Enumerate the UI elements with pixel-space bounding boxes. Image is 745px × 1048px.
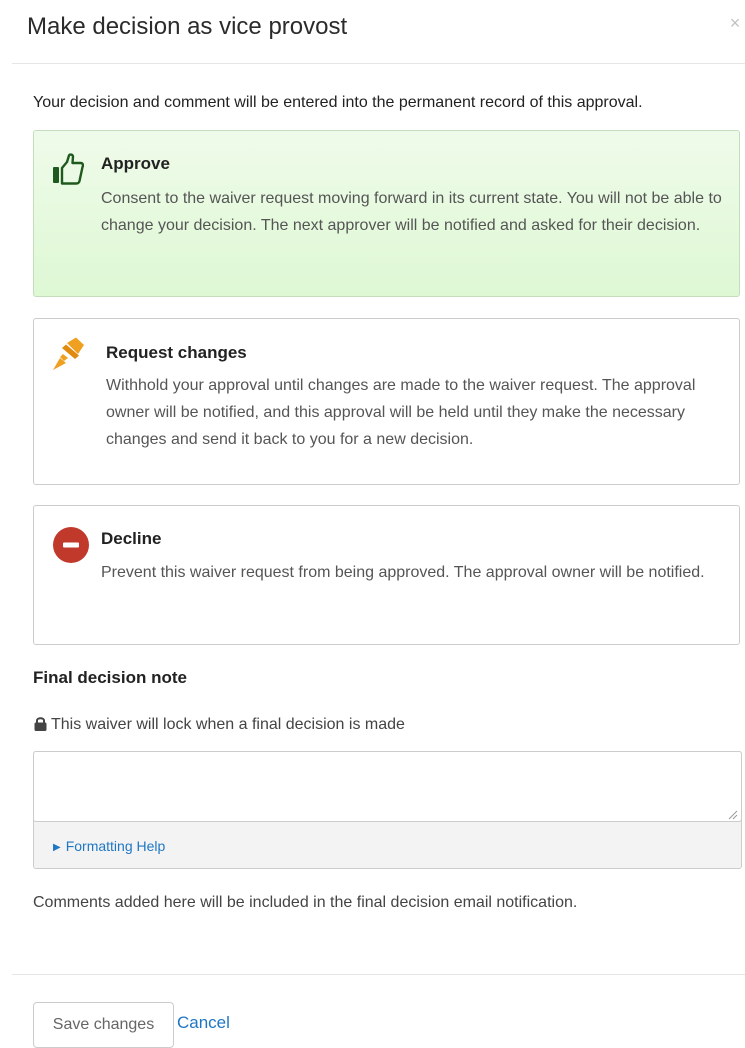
decision-modal: Make decision as vice provost × Your dec… <box>0 0 745 1048</box>
minus-circle-icon <box>53 527 89 568</box>
lock-notice: This waiver will lock when a final decis… <box>33 714 405 736</box>
option-approve[interactable]: Approve Consent to the waiver request mo… <box>33 130 740 297</box>
lock-notice-text: This waiver will lock when a final decis… <box>51 716 405 733</box>
thumbs-up-icon <box>52 153 85 190</box>
close-button[interactable]: × <box>725 12 745 34</box>
modal-title: Make decision as vice provost <box>27 13 348 40</box>
formatting-help-label: Formatting Help <box>65 838 166 854</box>
header-divider <box>12 63 745 64</box>
save-changes-button[interactable]: Save changes <box>33 1002 174 1048</box>
option-decline-description: Prevent this waiver request from being a… <box>101 564 705 581</box>
option-request-changes-title: Request changes <box>106 343 247 362</box>
formatting-help-toggle[interactable]: ▶ Formatting Help <box>53 837 165 857</box>
highlighter-icon <box>52 337 86 382</box>
option-decline-title: Decline <box>101 529 162 548</box>
final-note-textarea[interactable] <box>33 751 742 822</box>
option-approve-title: Approve <box>101 154 170 173</box>
helper-text: Comments added here will be included in … <box>33 894 578 911</box>
final-decision-note-label: Final decision note <box>33 668 187 687</box>
resize-grip-icon[interactable] <box>728 810 738 820</box>
cancel-link[interactable]: Cancel <box>177 1012 230 1034</box>
option-decline[interactable]: Decline Prevent this waiver request from… <box>33 505 740 645</box>
intro-text: Your decision and comment will be entere… <box>33 94 643 111</box>
footer-divider <box>12 974 745 975</box>
option-request-changes-description: Withhold your approval until changes are… <box>106 377 696 448</box>
option-approve-description: Consent to the waiver request moving for… <box>101 190 722 234</box>
modal-header: Make decision as vice provost × <box>0 0 745 63</box>
note-editor: ▶ Formatting Help <box>33 751 742 869</box>
option-request-changes[interactable]: Request changes Withhold your approval u… <box>33 318 740 485</box>
lock-icon <box>34 717 47 731</box>
caret-right-icon: ▶ <box>53 842 61 853</box>
